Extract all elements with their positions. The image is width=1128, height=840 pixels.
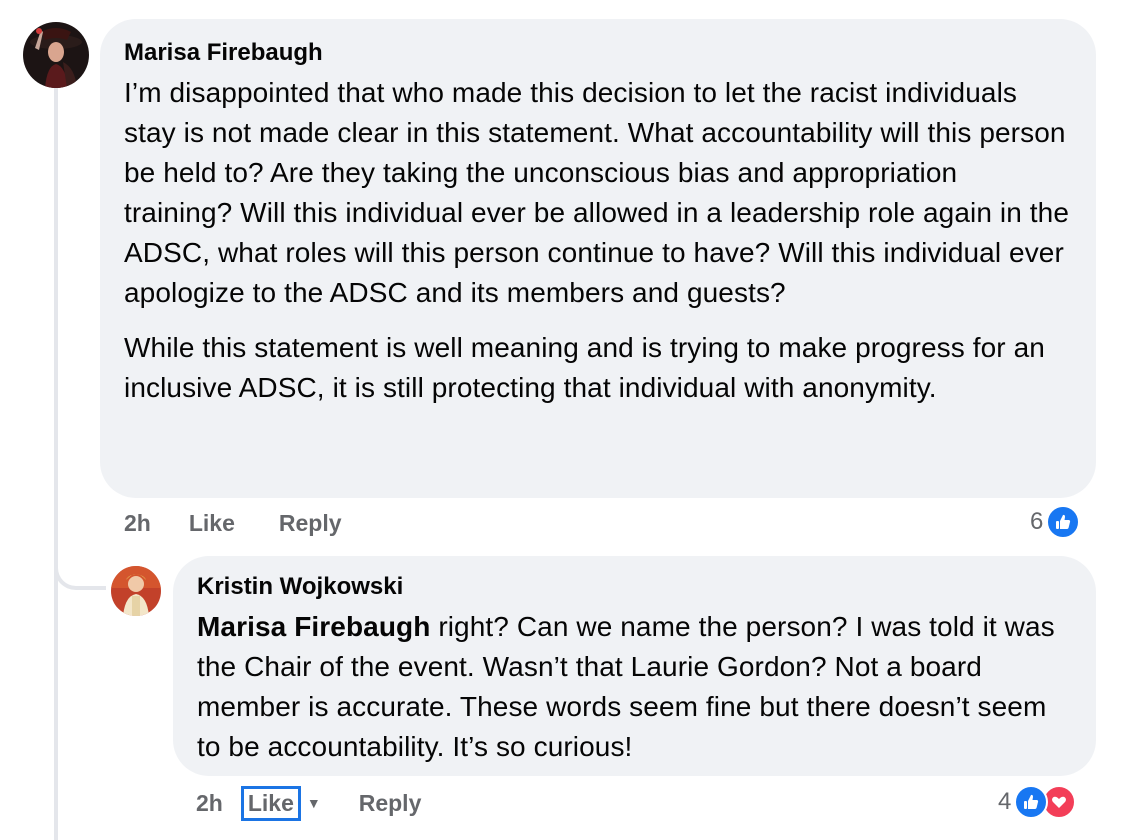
comment-text: While this statement is well meaning and…	[124, 332, 1045, 403]
comment-thread: Marisa Firebaugh I’m disappointed that w…	[0, 0, 1128, 840]
reaction-count: 4	[998, 788, 1012, 815]
reaction-count: 6	[1030, 508, 1044, 535]
reply-button[interactable]: Reply	[279, 510, 342, 537]
reply-connector-line	[54, 560, 106, 590]
like-button[interactable]: Like	[240, 785, 301, 821]
chevron-down-icon[interactable]: ▼	[307, 795, 321, 811]
avatar[interactable]	[23, 22, 89, 88]
comment-author[interactable]: Kristin Wojkowski	[197, 573, 1072, 601]
like-button[interactable]: Like	[189, 510, 235, 537]
comment-author[interactable]: Marisa Firebaugh	[124, 39, 1072, 67]
like-icon	[1046, 505, 1081, 539]
comment-text: Marisa Firebaugh right? Can we name the …	[197, 607, 1072, 767]
reaction-summary[interactable]: 4	[998, 785, 1077, 819]
reply-bubble: Kristin Wojkowski Marisa Firebaugh right…	[173, 556, 1096, 776]
comment-actions: 2h Like ▼ Reply	[196, 785, 422, 821]
comment-timestamp[interactable]: 2h	[124, 510, 151, 537]
mention-link[interactable]: Marisa Firebaugh	[197, 611, 430, 642]
reply-button[interactable]: Reply	[359, 790, 422, 817]
like-icon	[1014, 785, 1049, 819]
comment-timestamp[interactable]: 2h	[196, 790, 223, 817]
comment-text: I’m disappointed that who made this deci…	[124, 77, 1069, 308]
comment-actions: 2h Like Reply	[124, 508, 342, 538]
reaction-summary[interactable]: 6	[1030, 505, 1081, 539]
avatar[interactable]	[111, 566, 161, 616]
thread-connector-line	[54, 88, 58, 840]
comment-bubble: Marisa Firebaugh I’m disappointed that w…	[100, 19, 1096, 498]
